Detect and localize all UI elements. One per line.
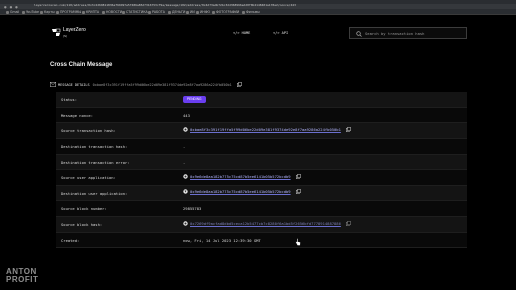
watermark: ANTON PROFIT: [6, 268, 38, 284]
table-row: Destination transaction error: -: [56, 154, 467, 171]
layerzero-logo-icon[interactable]: [51, 28, 61, 37]
row-label: Status:: [61, 97, 78, 102]
bookmarks-bar: Gmail YouTube Карты ПРОГРАММЫ КРИПТА НОВ…: [0, 9, 516, 15]
row-label: Source block number:: [61, 206, 107, 212]
table-row: Source transaction hash: 0xbae8f3c391f19…: [56, 123, 467, 139]
search-icon[interactable]: [356, 31, 362, 37]
table-row: Source user application: 0x9e6de8aa182b7…: [56, 170, 467, 186]
message-details-header: MESSAGE DETAILS 0xbae8f3c391f19ffa5f99d06…: [50, 82, 242, 88]
source-user-application-link[interactable]: 0x9e6de8aa182b775c75cd87b5ee6141b05b572b…: [190, 174, 291, 179]
row-label: Destination transaction hash:: [61, 143, 128, 149]
copy-icon[interactable]: [236, 82, 242, 87]
bookmark-item[interactable]: Карты: [40, 10, 55, 14]
row-label: Source transaction hash:: [61, 128, 116, 134]
destination-tx-error-value: -: [183, 159, 186, 165]
bookmark-item[interactable]: Gmail: [6, 10, 19, 14]
bookmark-item[interactable]: ИИ: [186, 10, 195, 14]
destination-user-application-link[interactable]: 0x9e6de8aa182b775c75cd87b5ee6141b05b572b…: [190, 189, 291, 194]
copy-icon[interactable]: [295, 189, 301, 195]
table-row: Destination transaction hash: -: [56, 138, 467, 155]
table-row: Status: PENDING: [56, 92, 467, 108]
copy-icon[interactable]: [295, 173, 301, 179]
nav-api-link[interactable]: </> API: [273, 31, 288, 35]
bookmark-item[interactable]: ФОТОГРАФИИ: [212, 10, 239, 14]
bookmark-item[interactable]: Фильмы: [242, 10, 260, 14]
chain-icon: [183, 174, 188, 179]
table-row: Message nonce: 443: [56, 107, 467, 124]
message-nonce-value: 443: [183, 112, 190, 118]
watermark-line2: PROFIT: [6, 275, 39, 284]
bookmark-item[interactable]: СТАТИСТИКА: [122, 10, 148, 14]
chain-icon: [183, 127, 188, 132]
page-title: Cross Chain Message: [50, 62, 113, 68]
bookmark-item[interactable]: YouTube: [22, 10, 39, 14]
hand-cursor-icon: [295, 238, 301, 246]
row-label: Source user application:: [61, 175, 116, 181]
table-row: Source block number: 29855783: [56, 201, 467, 218]
status-badge: PENDING: [183, 96, 206, 103]
row-label: Destination user application:: [61, 190, 128, 196]
bookmark-item[interactable]: ПРОГРАММЫ: [56, 10, 81, 14]
bookmark-item[interactable]: РАБОТА: [148, 10, 165, 14]
table-row: Destination user application: 0x9e6de8aa…: [56, 185, 467, 202]
source-user-application: 0x9e6de8aa182b775c75cd87b5ee6141b05b572b…: [183, 174, 301, 181]
message-icon: [50, 82, 56, 87]
created-value: now, Fri, 14 Jul 2023 12:39:30 GMT: [183, 237, 261, 243]
url-text[interactable]: layerzeroscan.com/110/address/0x3c226981…: [34, 3, 296, 7]
chain-icon: [183, 220, 188, 226]
logo-subtext: (S): [63, 34, 67, 38]
bookmark-item[interactable]: ДЕНЬГИ: [168, 10, 185, 14]
source-tx-hash-link[interactable]: 0xbae8f3c391f19ffa5f99d06be22d09e381f937…: [190, 127, 341, 132]
bookmark-item[interactable]: ИНФО: [196, 10, 210, 14]
message-details-table: Status: PENDING Message nonce: 443 Sourc…: [56, 92, 467, 249]
chain-icon: [183, 189, 188, 195]
nav-home-link[interactable]: </> HOME: [233, 31, 250, 35]
copy-icon[interactable]: [346, 220, 351, 226]
logo-text[interactable]: LayerZero: [63, 28, 86, 33]
search-input[interactable]: [365, 30, 465, 37]
row-label: Created:: [61, 237, 80, 243]
message-details-label: MESSAGE DETAILS: [58, 83, 90, 87]
source-block-number-value: 29855783: [183, 206, 202, 212]
bookmark-item[interactable]: КРИПТА: [82, 10, 99, 14]
destination-user-application: 0x9e6de8aa182b775c75cd87b5ee6141b05b572b…: [183, 189, 301, 196]
source-block-hash-link[interactable]: 0x7269df9acfad8dbd5ceca12b5477cb7c8280f6…: [190, 221, 341, 226]
bookmark-item[interactable]: НОВОСТИ: [102, 10, 122, 14]
search-box[interactable]: [349, 27, 467, 39]
destination-tx-hash-value: -: [183, 143, 186, 149]
table-row: Source block hash: 0x7269df9acfad8dbd5ce…: [56, 217, 467, 233]
row-label: Message nonce:: [61, 112, 94, 118]
copy-icon[interactable]: [346, 126, 351, 132]
message-hash: 0xbae8f3c391f19ffa5f99d06be22d09e381f937…: [92, 83, 232, 87]
source-block-hash: 0x7269df9acfad8dbd5ceca12b5477cb7c8280f6…: [183, 221, 351, 228]
row-label: Destination transaction error:: [61, 159, 130, 165]
table-row: Created: now, Fri, 14 Jul 2023 12:39:30 …: [56, 232, 467, 249]
source-tx-hash: 0xbae8f3c391f19ffa5f99d06be22d09e381f937…: [183, 127, 351, 134]
row-label: Source block hash:: [61, 222, 103, 228]
